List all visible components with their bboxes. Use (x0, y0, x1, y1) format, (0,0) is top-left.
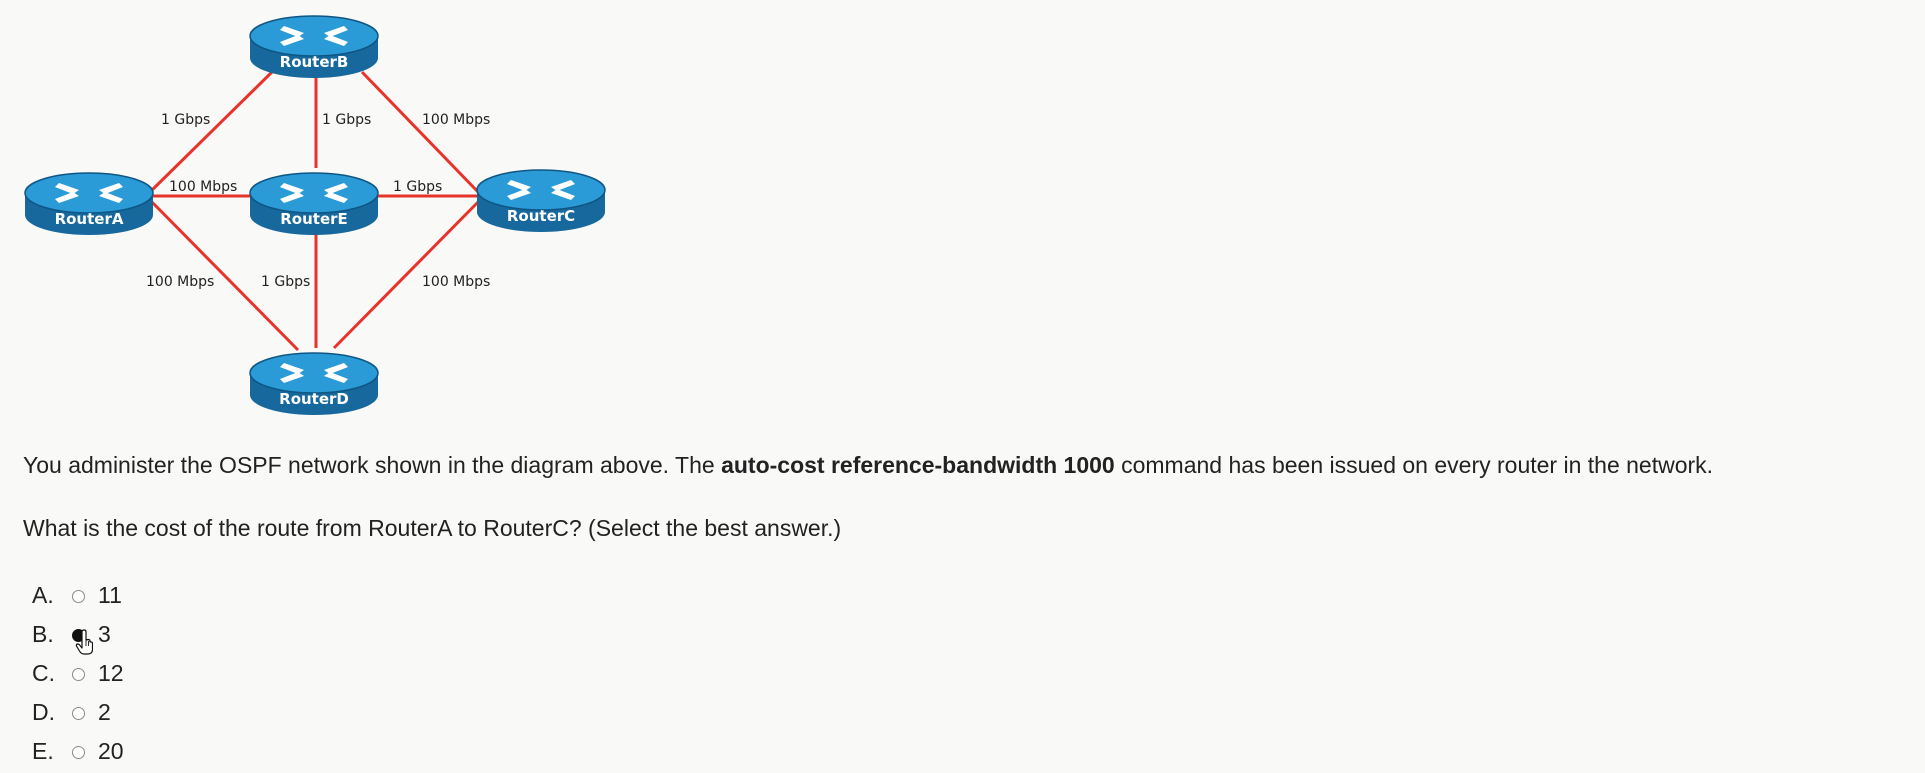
option-letter: B. (32, 621, 54, 647)
option-letter: E. (32, 738, 54, 764)
router-d: RouterD (249, 352, 379, 416)
router-c: RouterC (476, 169, 606, 233)
link-routerA-routerB (146, 70, 274, 196)
link-routerB-routerC (360, 70, 482, 196)
link-label-e-d: 1 Gbps (261, 274, 310, 290)
router-c-label: RouterC (507, 207, 575, 225)
radio-button[interactable] (72, 590, 85, 603)
link-label-a-e: 100 Mbps (169, 179, 237, 195)
question-text: You administer the OSPF network shown in… (23, 452, 1713, 479)
question-text-suffix: command has been issued on every router … (1114, 452, 1714, 478)
question-prompt: What is the cost of the route from Route… (23, 515, 842, 541)
option-value: 20 (98, 738, 124, 764)
router-d-label: RouterD (279, 390, 349, 408)
router-a-label: RouterA (55, 210, 124, 228)
option-value: 2 (98, 699, 111, 725)
router-e-label: RouterE (280, 210, 348, 228)
link-label-b-e: 1 Gbps (322, 112, 371, 128)
link-label-b-c: 100 Mbps (422, 112, 490, 128)
mouse-pointer-icon (75, 629, 93, 655)
option-value: 12 (98, 660, 124, 686)
link-label-a-b: 1 Gbps (161, 112, 210, 128)
link-label-e-c: 1 Gbps (393, 179, 442, 195)
radio-button[interactable] (72, 707, 85, 720)
radio-button[interactable] (72, 746, 85, 759)
radio-button[interactable] (72, 668, 85, 681)
router-a: RouterA (24, 172, 154, 236)
network-diagram: 1 Gbps 1 Gbps 100 Mbps 100 Mbps 1 Gbps 1… (24, 15, 606, 416)
option-letter: C. (32, 660, 55, 686)
router-b-label: RouterB (280, 53, 349, 71)
option-letter: D. (32, 699, 55, 725)
link-label-a-d: 100 Mbps (146, 274, 214, 290)
option-value: 11 (98, 582, 122, 608)
router-e: RouterE (249, 172, 379, 236)
command-name: auto-cost reference-bandwidth 1000 (721, 452, 1115, 478)
link-label-c-d: 100 Mbps (422, 274, 490, 290)
option-letter: A. (32, 582, 54, 608)
router-b: RouterB (249, 15, 379, 79)
option-value: 3 (98, 621, 111, 647)
question-text-prefix: You administer the OSPF network shown in… (23, 452, 722, 478)
